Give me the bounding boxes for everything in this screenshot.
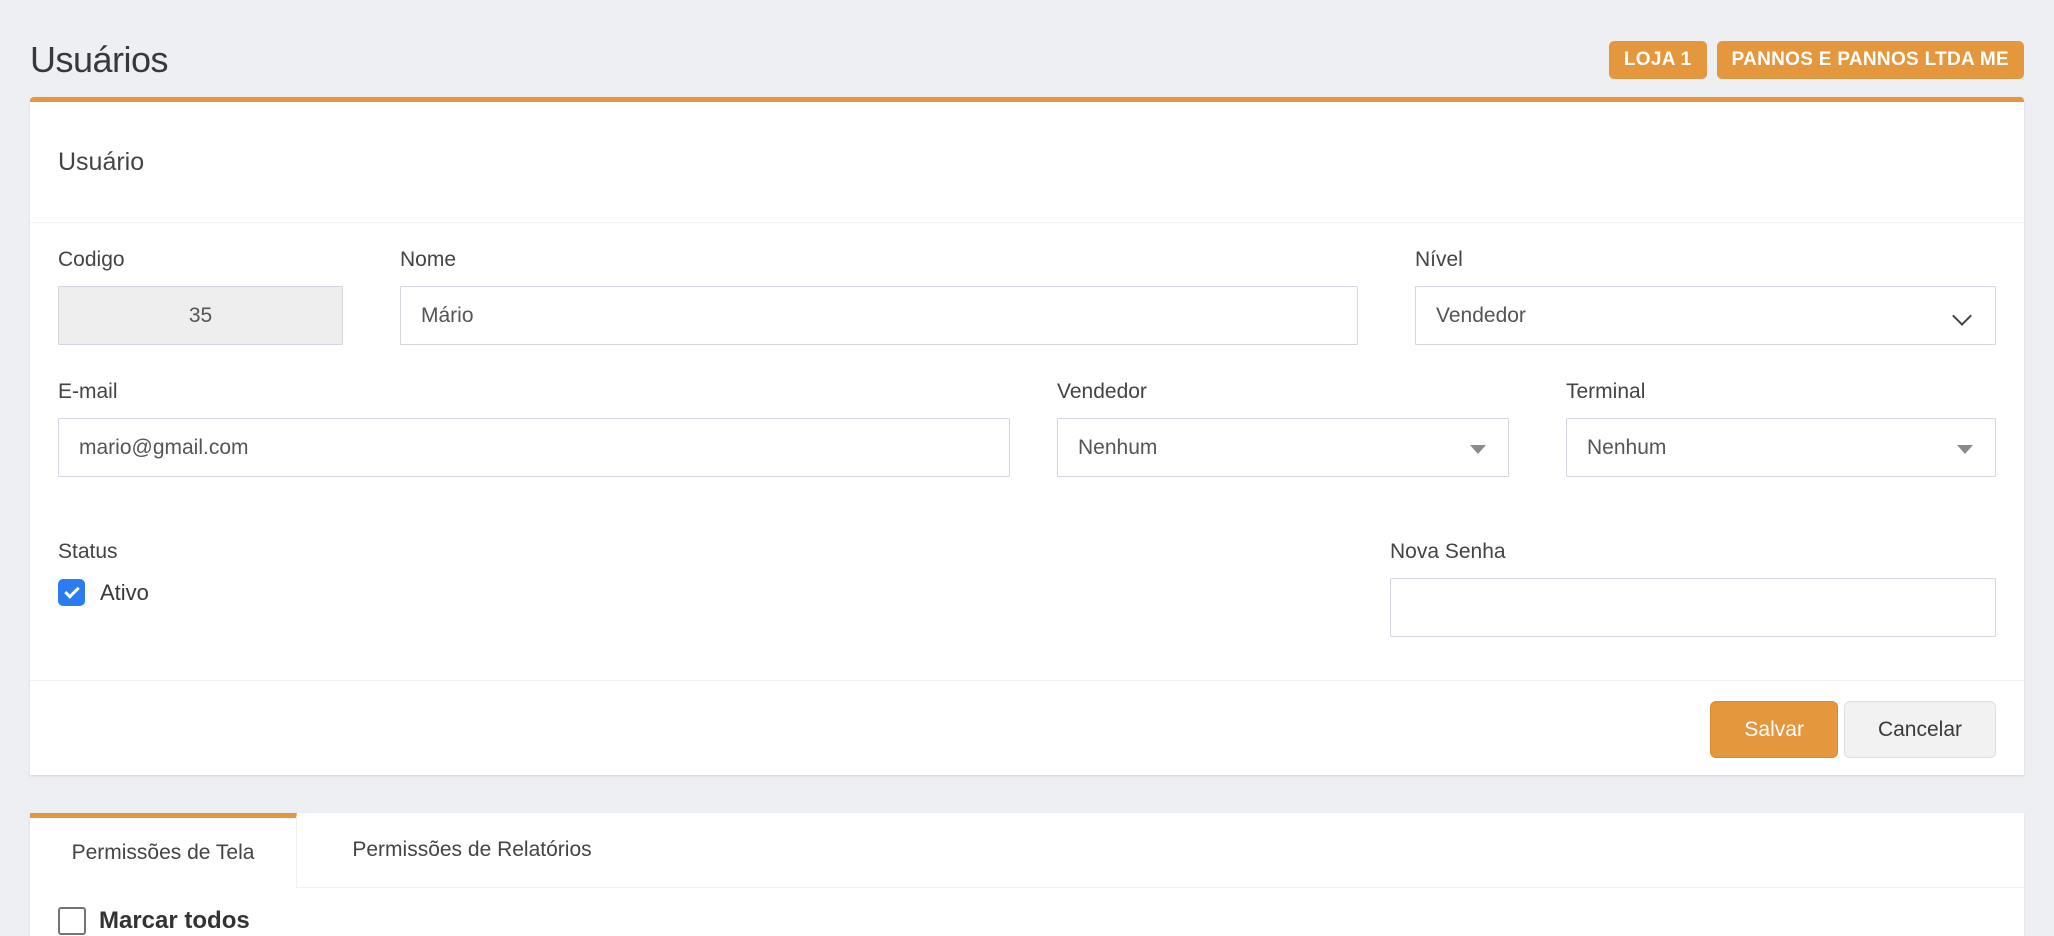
nova-senha-field-group: Nova Senha bbox=[1390, 540, 1996, 637]
form-row-2: E-mail Vendedor Nenhum Terminal Nenhum bbox=[58, 380, 1996, 477]
caret-down-icon bbox=[1470, 445, 1486, 454]
email-field-group: E-mail bbox=[58, 380, 1010, 477]
card-body: Codigo Nome Nível Vendedor E-mail bbox=[30, 223, 2024, 680]
chevron-down-icon bbox=[1952, 306, 1972, 326]
page-title: Usuários bbox=[30, 39, 168, 81]
terminal-select[interactable]: Nenhum bbox=[1566, 418, 1996, 477]
ativo-checkbox-label[interactable]: Ativo bbox=[100, 580, 149, 606]
vendedor-selected-value: Nenhum bbox=[1078, 436, 1157, 460]
form-row-1: Codigo Nome Nível Vendedor bbox=[58, 248, 1996, 345]
card-footer: Salvar Cancelar bbox=[30, 680, 2024, 775]
form-row-3: Status Ativo Nova Senha bbox=[58, 540, 1996, 637]
tab-permissoes-de-tela[interactable]: Permissões de Tela bbox=[30, 813, 297, 888]
marcar-todos-label[interactable]: Marcar todos bbox=[99, 907, 250, 935]
codigo-input bbox=[58, 286, 343, 345]
nivel-field-group: Nível Vendedor bbox=[1415, 248, 1996, 345]
nome-field-group: Nome bbox=[400, 248, 1358, 345]
status-field-group: Status Ativo bbox=[58, 540, 1390, 637]
codigo-label: Codigo bbox=[58, 248, 343, 272]
vendedor-field-group: Vendedor Nenhum bbox=[1057, 380, 1509, 477]
tab-permissoes-de-relatorios[interactable]: Permissões de Relatórios bbox=[297, 813, 647, 887]
marcar-todos-checkbox[interactable] bbox=[58, 907, 86, 935]
nome-input[interactable] bbox=[400, 286, 1358, 345]
status-label: Status bbox=[58, 540, 1390, 564]
nova-senha-label: Nova Senha bbox=[1390, 540, 1996, 564]
vendedor-select[interactable]: Nenhum bbox=[1057, 418, 1509, 477]
codigo-field-group: Codigo bbox=[58, 248, 343, 345]
tab-content: Marcar todos bbox=[30, 888, 2024, 936]
nivel-select[interactable]: Vendedor bbox=[1415, 286, 1996, 345]
cancel-button[interactable]: Cancelar bbox=[1844, 701, 1996, 758]
store-badge[interactable]: LOJA 1 bbox=[1609, 41, 1707, 79]
ativo-checkbox[interactable] bbox=[58, 579, 85, 606]
nome-label: Nome bbox=[400, 248, 1358, 272]
nivel-selected-value: Vendedor bbox=[1436, 304, 1526, 328]
page-header: Usuários LOJA 1 PANNOS E PANNOS LTDA ME bbox=[0, 0, 2054, 96]
tab-strip-rest: Permissões de Relatórios bbox=[297, 813, 2024, 888]
email-input[interactable] bbox=[58, 418, 1010, 477]
check-icon bbox=[64, 583, 80, 599]
select-all-row: Marcar todos bbox=[58, 907, 1996, 935]
tab-strip: Permissões de Tela Permissões de Relatór… bbox=[30, 813, 2024, 888]
terminal-selected-value: Nenhum bbox=[1587, 436, 1666, 460]
save-button[interactable]: Salvar bbox=[1710, 701, 1838, 758]
terminal-field-group: Terminal Nenhum bbox=[1566, 380, 1996, 477]
email-label: E-mail bbox=[58, 380, 1010, 404]
terminal-label: Terminal bbox=[1566, 380, 1996, 404]
status-checkbox-row: Ativo bbox=[58, 579, 1390, 606]
nivel-label: Nível bbox=[1415, 248, 1996, 272]
card-title: Usuário bbox=[30, 102, 2024, 223]
company-badge[interactable]: PANNOS E PANNOS LTDA ME bbox=[1717, 41, 2024, 79]
user-form-card: Usuário Codigo Nome Nível Vendedor bbox=[30, 97, 2024, 775]
vendedor-label: Vendedor bbox=[1057, 380, 1509, 404]
header-badges: LOJA 1 PANNOS E PANNOS LTDA ME bbox=[1609, 41, 2024, 79]
nova-senha-input[interactable] bbox=[1390, 578, 1996, 637]
permissions-tabs-card: Permissões de Tela Permissões de Relatór… bbox=[30, 813, 2024, 936]
caret-down-icon bbox=[1957, 445, 1973, 454]
